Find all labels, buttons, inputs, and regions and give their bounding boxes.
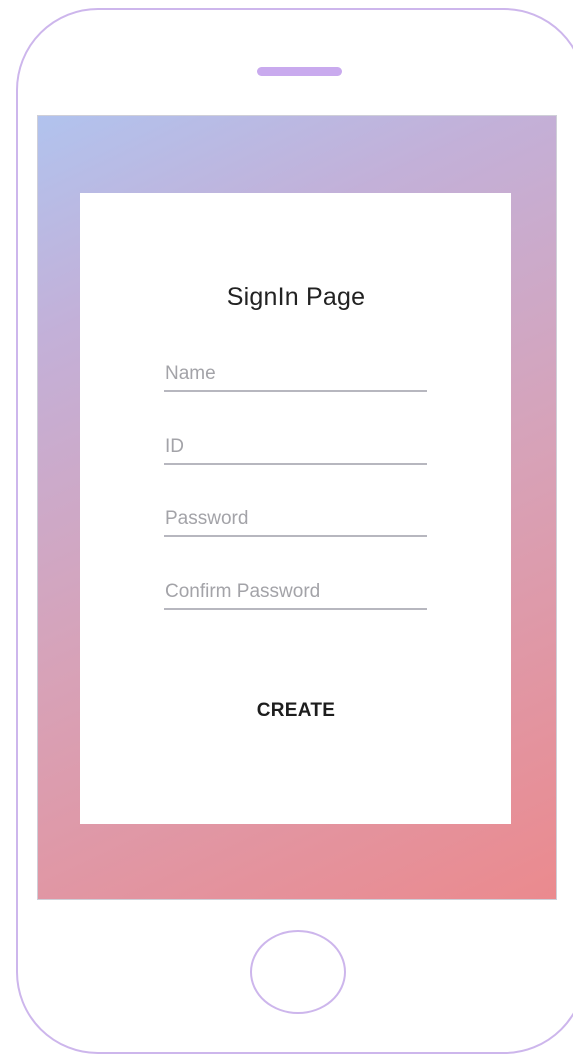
confirm-password-input[interactable]	[164, 580, 427, 610]
speaker-slot	[257, 67, 342, 76]
create-button[interactable]: CREATE	[220, 690, 372, 732]
home-button[interactable]	[250, 930, 346, 1014]
password-input[interactable]	[164, 507, 427, 537]
id-input[interactable]	[164, 435, 427, 465]
page-title: SignIn Page	[226, 283, 366, 311]
name-input[interactable]	[164, 362, 427, 392]
